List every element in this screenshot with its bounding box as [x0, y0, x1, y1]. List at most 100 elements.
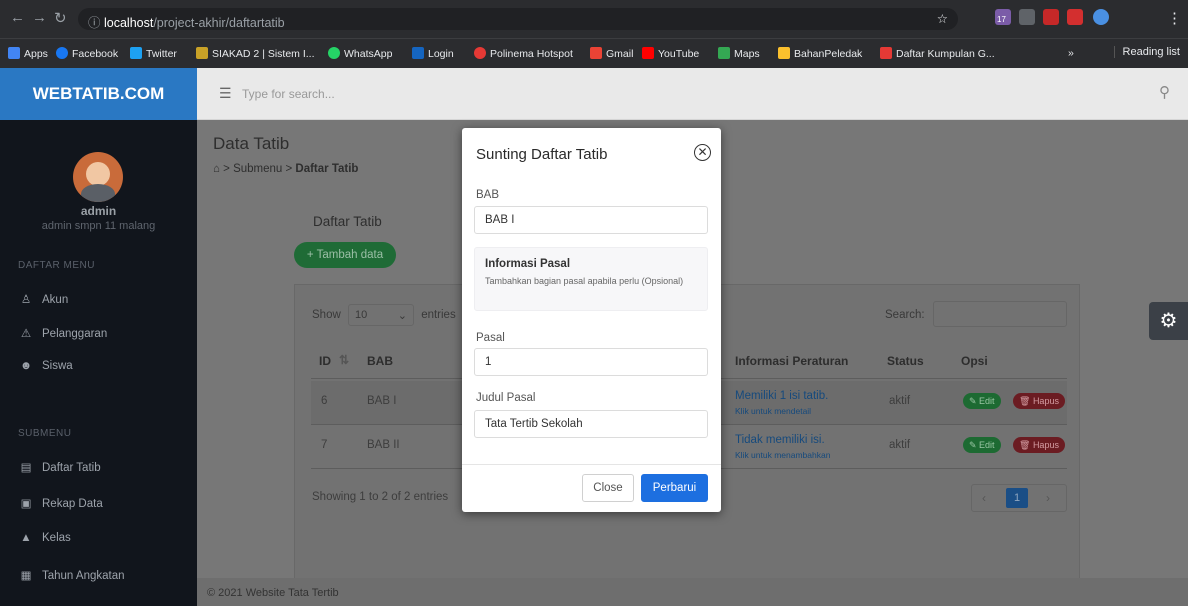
graduation-cap-icon: ▲: [20, 532, 32, 544]
chevron-down-icon: ⌄: [397, 310, 407, 322]
folder-icon: [778, 47, 790, 59]
cell-bab: BAB I: [367, 395, 397, 407]
sidebar-item-daftar-tatib[interactable]: ▤ Daftar Tatib: [18, 460, 101, 474]
users-icon: ☻: [19, 360, 33, 372]
pasal-input[interactable]: 1: [474, 348, 708, 376]
bab-label: BAB: [476, 189, 500, 201]
extension-icon[interactable]: [1067, 9, 1083, 25]
breadcrumb-current: Daftar Tatib: [295, 163, 359, 175]
menu-toggle-icon[interactable]: ☰: [219, 85, 232, 102]
submit-button[interactable]: Perbarui: [641, 474, 708, 502]
info-icon: ⓘ: [88, 16, 104, 30]
judul-pasal-input[interactable]: Tata Tertib Sekolah: [474, 410, 708, 438]
table-info: Showing 1 to 2 of 2 entries: [312, 491, 449, 503]
sort-icon[interactable]: ⇅: [339, 353, 349, 367]
sidebar-item-kelas[interactable]: ▲ Kelas: [18, 532, 70, 544]
home-icon[interactable]: ⌂: [213, 163, 220, 175]
bab-input[interactable]: BAB I: [474, 206, 708, 234]
cell-info-link[interactable]: Memiliki 1 isi tatib.: [735, 390, 828, 402]
calendar-icon: ▦: [20, 570, 32, 582]
search-input[interactable]: Type for search...: [242, 87, 335, 101]
cell-info-sub[interactable]: Klik untuk menambahkan: [735, 450, 830, 460]
cell-id: 7: [321, 439, 328, 451]
card-title: Daftar Tatib: [313, 214, 382, 229]
prev-page-button[interactable]: ‹: [982, 491, 986, 505]
page-button[interactable]: 1: [1006, 488, 1028, 508]
breadcrumb: ⌂ > Submenu > Daftar Tatib: [213, 163, 359, 175]
whatsapp-icon: [328, 47, 340, 59]
menu-kebab-icon[interactable]: ⋮: [1167, 9, 1182, 27]
bookmark-facebook[interactable]: Facebook: [56, 47, 118, 60]
bookmark-apps[interactable]: Apps: [8, 47, 48, 60]
edit-button[interactable]: ✎ Edit: [963, 437, 1001, 453]
bookmark-whatsapp[interactable]: WhatsApp: [328, 47, 392, 60]
warning-icon: ⚠: [20, 328, 32, 340]
cell-status: aktif: [889, 439, 911, 451]
pagination: ‹ 1 ›: [971, 484, 1067, 512]
column-header-info[interactable]: Informasi Peraturan: [735, 354, 848, 368]
url-host: localhost: [103, 16, 154, 30]
breadcrumb-parent[interactable]: Submenu: [233, 163, 282, 175]
polinema-icon: [474, 47, 486, 59]
page-title: Data Tatib: [213, 134, 290, 153]
sidebar: admin admin smpn 11 malang DAFTAR MENU ♙…: [0, 120, 197, 606]
bookmark-login[interactable]: Login: [412, 47, 454, 60]
edit-button[interactable]: ✎ Edit: [963, 393, 1001, 409]
judul-pasal-label: Judul Pasal: [476, 392, 536, 404]
close-icon[interactable]: ✕: [694, 144, 711, 161]
cell-bab: BAB II: [367, 439, 400, 451]
bookmark-gmail[interactable]: Gmail: [590, 47, 633, 60]
bookmark-siakad[interactable]: SIAKAD 2 | Sistem I...: [196, 47, 315, 60]
sidebar-item-akun[interactable]: ♙ Akun: [18, 292, 68, 306]
facebook-icon: [56, 47, 68, 59]
profile-avatar[interactable]: [1093, 9, 1109, 25]
next-page-button[interactable]: ›: [1046, 491, 1050, 505]
reading-list[interactable]: Reading list: [1113, 46, 1180, 58]
close-button[interactable]: Close: [582, 474, 634, 502]
sidebar-item-rekap-data[interactable]: ▣ Rekap Data: [18, 496, 103, 510]
url-field[interactable]: ⓘ localhost/project-akhir/daftartatib ☆: [78, 8, 958, 30]
sidebar-submenu-header: SUBMENU: [18, 428, 72, 439]
document-icon: ▣: [20, 498, 32, 510]
bookmark-maps[interactable]: Maps: [718, 47, 760, 60]
add-data-button[interactable]: + Tambah data: [294, 242, 396, 268]
cell-info-sub[interactable]: Klik untuk mendetail: [735, 406, 811, 416]
user-role: admin smpn 11 malang: [41, 220, 156, 232]
delete-button[interactable]: 🗑 Hapus: [1013, 437, 1065, 453]
avatar: [73, 152, 123, 202]
back-icon[interactable]: ←: [10, 9, 25, 26]
forward-icon[interactable]: →: [32, 9, 47, 26]
column-header-id[interactable]: ID: [319, 354, 331, 368]
brand-logo[interactable]: WEBTATIB.COM: [0, 68, 197, 120]
sidebar-item-tahun-angkatan[interactable]: ▦ Tahun Angkatan: [18, 568, 125, 582]
footer: © 2021 Website Tata Tertib: [197, 578, 1188, 606]
user-icon[interactable]: ⚲: [1159, 83, 1170, 101]
modal-title: Sunting Daftar Tatib: [476, 146, 608, 163]
extension-icon[interactable]: 17: [995, 9, 1011, 25]
settings-gear-icon[interactable]: ⚙: [1149, 302, 1188, 340]
login-icon: [412, 47, 424, 59]
sidebar-item-siswa[interactable]: ☻ Siswa: [18, 360, 73, 372]
entries-select[interactable]: 10 ⌄: [347, 304, 414, 326]
user-name: admin: [80, 204, 117, 218]
table-search-input[interactable]: [933, 301, 1067, 327]
column-header-opsi[interactable]: Opsi: [961, 354, 988, 368]
bookmark-twitter[interactable]: Twitter: [130, 47, 177, 60]
bookmarks-overflow[interactable]: »: [1068, 47, 1074, 59]
sidebar-item-pelanggaran[interactable]: ⚠ Pelanggaran: [18, 326, 107, 340]
bookmark-daftar-kumpulan[interactable]: Daftar Kumpulan G...: [880, 47, 995, 60]
bookmark-hotspot[interactable]: Polinema Hotspot: [474, 47, 573, 60]
column-header-bab[interactable]: BAB: [367, 354, 393, 368]
extension-icon[interactable]: [1043, 9, 1059, 25]
cell-info-link[interactable]: Tidak memiliki isi.: [735, 434, 825, 446]
cell-id: 6: [321, 395, 328, 407]
bookmark-youtube[interactable]: YouTube: [642, 47, 699, 60]
top-bar: ☰ Type for search... ⚲: [197, 68, 1188, 120]
delete-button[interactable]: 🗑 Hapus: [1013, 393, 1065, 409]
user-icon: ♙: [20, 294, 32, 306]
reload-icon[interactable]: ↻: [54, 9, 67, 27]
bookmark-bahanpeledak[interactable]: BahanPeledak: [778, 47, 862, 60]
column-header-status[interactable]: Status: [887, 354, 924, 368]
star-icon[interactable]: ☆: [937, 11, 948, 26]
extension-icon[interactable]: [1019, 9, 1035, 25]
